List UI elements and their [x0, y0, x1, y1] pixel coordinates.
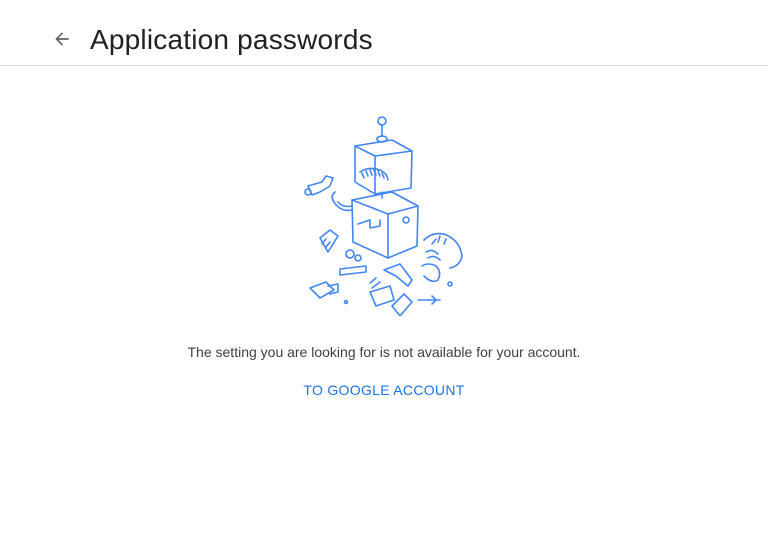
arrow-back-icon [55, 32, 69, 46]
back-button[interactable] [44, 21, 80, 57]
page-header: Application passwords [0, 0, 768, 66]
main-content: The setting you are looking for is not a… [0, 66, 768, 532]
to-google-account-link[interactable]: TO GOOGLE ACCOUNT [303, 382, 464, 398]
page-title: Application passwords [90, 24, 373, 55]
not-available-message: The setting you are looking for is not a… [187, 344, 581, 360]
link-container: TO GOOGLE ACCOUNT [0, 382, 768, 400]
broken-robot-illustration [304, 116, 463, 316]
